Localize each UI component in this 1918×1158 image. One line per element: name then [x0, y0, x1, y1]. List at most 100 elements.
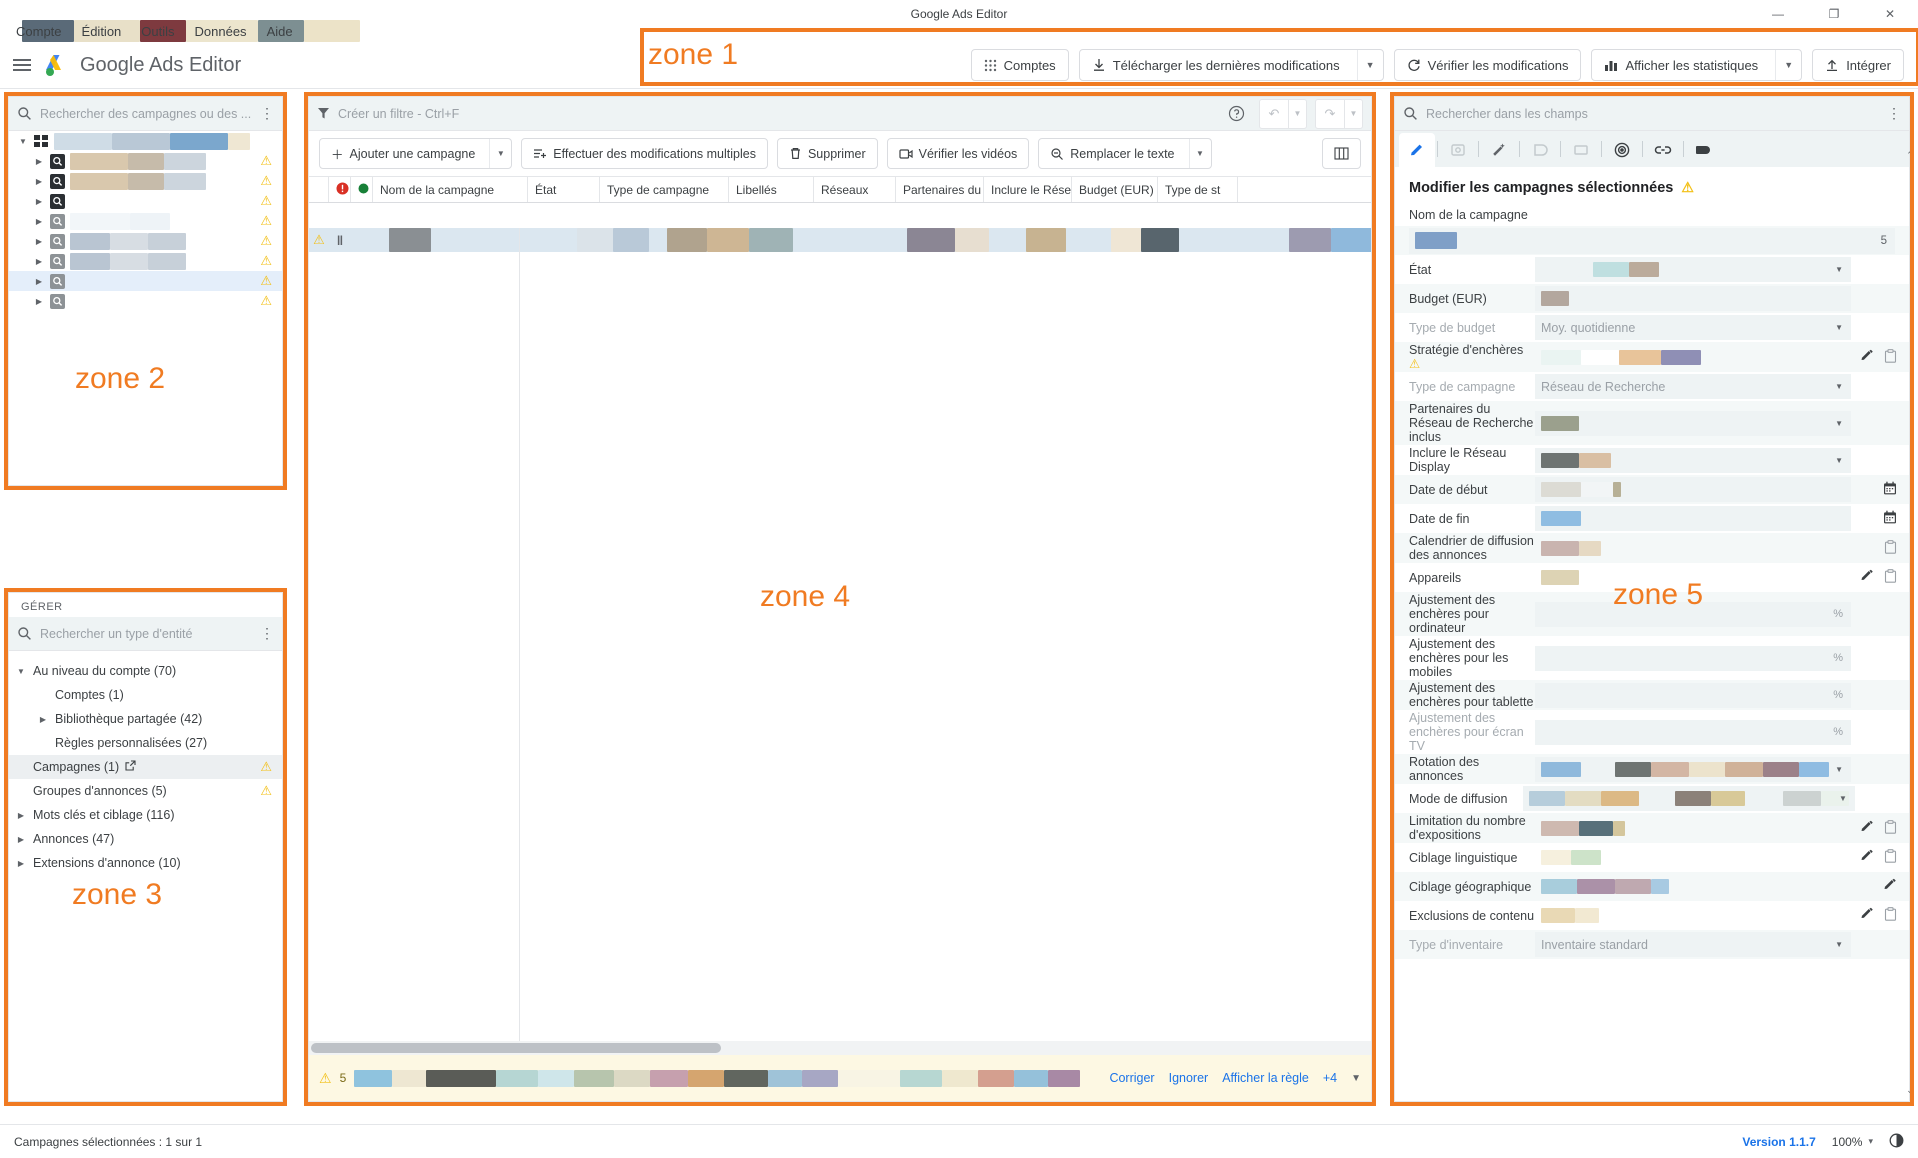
field-search-input[interactable]: Rechercher dans les champs: [1426, 107, 1879, 121]
zoom-level[interactable]: 100%: [1832, 1135, 1863, 1149]
pencil-icon[interactable]: [1860, 349, 1874, 366]
zoom-caret-icon[interactable]: ▾: [1868, 1136, 1873, 1147]
pencil-icon[interactable]: [1860, 820, 1874, 837]
grid-column-header-11[interactable]: Type de st: [1158, 177, 1238, 202]
horizontal-scrollbar[interactable]: [309, 1041, 1371, 1055]
twisty-icon[interactable]: ▶: [33, 277, 45, 286]
fix-link[interactable]: Corriger: [1109, 1071, 1154, 1085]
field-control[interactable]: [1535, 874, 1851, 899]
grid-column-header-4[interactable]: État: [528, 177, 600, 202]
tab-link[interactable]: [1645, 133, 1681, 167]
version-label[interactable]: Version 1.1.7: [1742, 1135, 1815, 1149]
field-control[interactable]: Inventaire standard ▼: [1535, 932, 1851, 957]
field-control[interactable]: [1535, 506, 1851, 531]
field-control[interactable]: %: [1535, 645, 1851, 671]
manage-item-3[interactable]: Règles personnalisées (27): [9, 731, 282, 755]
field-control[interactable]: [1535, 477, 1851, 502]
manage-item-2[interactable]: ▶ Bibliothèque partagée (42): [9, 707, 282, 731]
twisty-icon[interactable]: ▶: [33, 177, 45, 186]
show-statistics-button[interactable]: Afficher les statistiques ▼: [1591, 49, 1803, 81]
undo-caret-icon[interactable]: ▼: [1289, 98, 1307, 129]
chevron-down-icon[interactable]: ▼: [1835, 940, 1843, 949]
tab-tag[interactable]: [1686, 133, 1722, 167]
field-search-bar[interactable]: Rechercher dans les champs ⋮: [1395, 97, 1909, 131]
campaign-search-bar[interactable]: Rechercher des campagnes ou des ... ⋮: [9, 97, 282, 131]
grid-column-header-3[interactable]: Nom de la campagne: [373, 177, 528, 202]
twisty-icon[interactable]: ▶: [37, 715, 49, 724]
open-external-icon[interactable]: [125, 760, 136, 774]
multi-edit-button[interactable]: Effectuer des modifications multiples: [521, 138, 768, 169]
clipboard-icon[interactable]: [1884, 819, 1897, 837]
entity-search-input[interactable]: Rechercher un type d'entité: [40, 627, 252, 641]
manage-item-1[interactable]: Comptes (1): [9, 683, 282, 707]
chevron-down-icon[interactable]: ▼: [1351, 1073, 1361, 1084]
twisty-icon[interactable]: ▶: [33, 157, 45, 166]
clipboard-icon[interactable]: [1884, 539, 1897, 557]
menu-donnees[interactable]: Données: [185, 22, 257, 41]
entity-search-bar[interactable]: Rechercher un type d'entité ⋮: [9, 617, 282, 651]
campaign-name-input[interactable]: 5: [1409, 227, 1895, 254]
field-control[interactable]: [1535, 845, 1851, 870]
grid-column-header-9[interactable]: Inclure le Résea...: [984, 177, 1072, 202]
clipboard-icon[interactable]: [1884, 569, 1897, 586]
manage-item-7[interactable]: ▶ Annonces (47): [9, 827, 282, 851]
pencil-icon[interactable]: [1883, 878, 1897, 895]
edit-panel-scroll-down[interactable]: ⌄: [1905, 1085, 1915, 1099]
field-control[interactable]: %: [1535, 719, 1851, 745]
chevron-down-icon[interactable]: ▼: [1835, 456, 1843, 465]
add-campaign-caret-icon[interactable]: ▼: [489, 139, 511, 168]
edit-panel-scroll-up[interactable]: ⌃: [1905, 150, 1915, 1098]
grid-column-header-0[interactable]: [309, 177, 329, 202]
maximize-button[interactable]: ❐: [1806, 0, 1862, 28]
check-videos-button[interactable]: Vérifier les vidéos: [886, 138, 1030, 169]
menu-aide[interactable]: Aide: [257, 22, 303, 41]
field-control[interactable]: Réseau de Recherche ▼: [1535, 374, 1851, 399]
redo-caret-icon[interactable]: ▼: [1345, 98, 1363, 129]
field-control[interactable]: ▼: [1535, 447, 1851, 473]
chevron-down-icon[interactable]: ▼: [1835, 419, 1843, 428]
twisty-icon[interactable]: ▼: [15, 667, 27, 676]
chevron-down-icon[interactable]: ▼: [1835, 382, 1843, 391]
more-vert-icon[interactable]: ⋮: [1887, 105, 1901, 122]
add-campaign-button[interactable]: ＋ Ajouter une campagne ▼: [319, 138, 513, 169]
tab-target[interactable]: [1604, 133, 1640, 167]
columns-button[interactable]: [1322, 138, 1361, 169]
chevron-down-icon[interactable]: ▼: [1835, 323, 1843, 332]
show-statistics-caret-icon[interactable]: ▼: [1775, 50, 1801, 80]
grid-column-header-10[interactable]: Budget (EUR): [1072, 177, 1158, 202]
campaign-tree-row[interactable]: ▼: [9, 131, 282, 151]
field-control[interactable]: [1535, 816, 1851, 841]
field-control[interactable]: ▼: [1522, 786, 1855, 811]
tab-edit[interactable]: [1399, 133, 1435, 167]
field-control[interactable]: Moy. quotidienne ▼: [1535, 315, 1851, 340]
grid-column-header-2[interactable]: [351, 177, 373, 202]
calendar-icon[interactable]: [1883, 510, 1897, 527]
scrollbar-thumb[interactable]: [311, 1043, 721, 1053]
publish-button[interactable]: Intégrer: [1812, 49, 1904, 81]
chevron-down-icon[interactable]: ▼: [1839, 794, 1847, 803]
field-control[interactable]: %: [1535, 682, 1851, 708]
manage-item-5[interactable]: Groupes d'annonces (5) ⚠: [9, 779, 282, 803]
undo-icon[interactable]: ↶: [1259, 98, 1289, 129]
menu-compte[interactable]: Compte: [6, 22, 72, 41]
twisty-icon[interactable]: ▶: [33, 217, 45, 226]
table-row[interactable]: ⚠ ‖: [309, 228, 1371, 252]
field-row-1[interactable]: 5: [1395, 226, 1909, 255]
more-vert-icon[interactable]: ⋮: [260, 625, 274, 642]
twisty-icon[interactable]: ▶: [15, 811, 27, 820]
grid-column-header-6[interactable]: Libellés: [729, 177, 814, 202]
grid-column-header-7[interactable]: Réseaux: [814, 177, 896, 202]
minimize-button[interactable]: —: [1750, 0, 1806, 28]
pencil-icon[interactable]: [1860, 907, 1874, 924]
find-replace-button[interactable]: Remplacer le texte ▼: [1038, 138, 1212, 169]
download-changes-caret-icon[interactable]: ▼: [1356, 50, 1383, 80]
chevron-down-icon[interactable]: ▼: [1835, 765, 1843, 774]
download-changes-button[interactable]: Télécharger les dernières modifications …: [1078, 49, 1384, 81]
manage-item-6[interactable]: ▶ Mots clés et ciblage (116): [9, 803, 282, 827]
redo-icon[interactable]: ↷: [1315, 98, 1345, 129]
campaign-tree-row[interactable]: ▶ ⚠: [9, 231, 282, 251]
manage-item-8[interactable]: ▶ Extensions d'annonce (10): [9, 851, 282, 875]
grid-column-header-5[interactable]: Type de campagne: [600, 177, 729, 202]
field-control[interactable]: [1535, 345, 1851, 370]
twisty-icon[interactable]: ▶: [33, 197, 45, 206]
